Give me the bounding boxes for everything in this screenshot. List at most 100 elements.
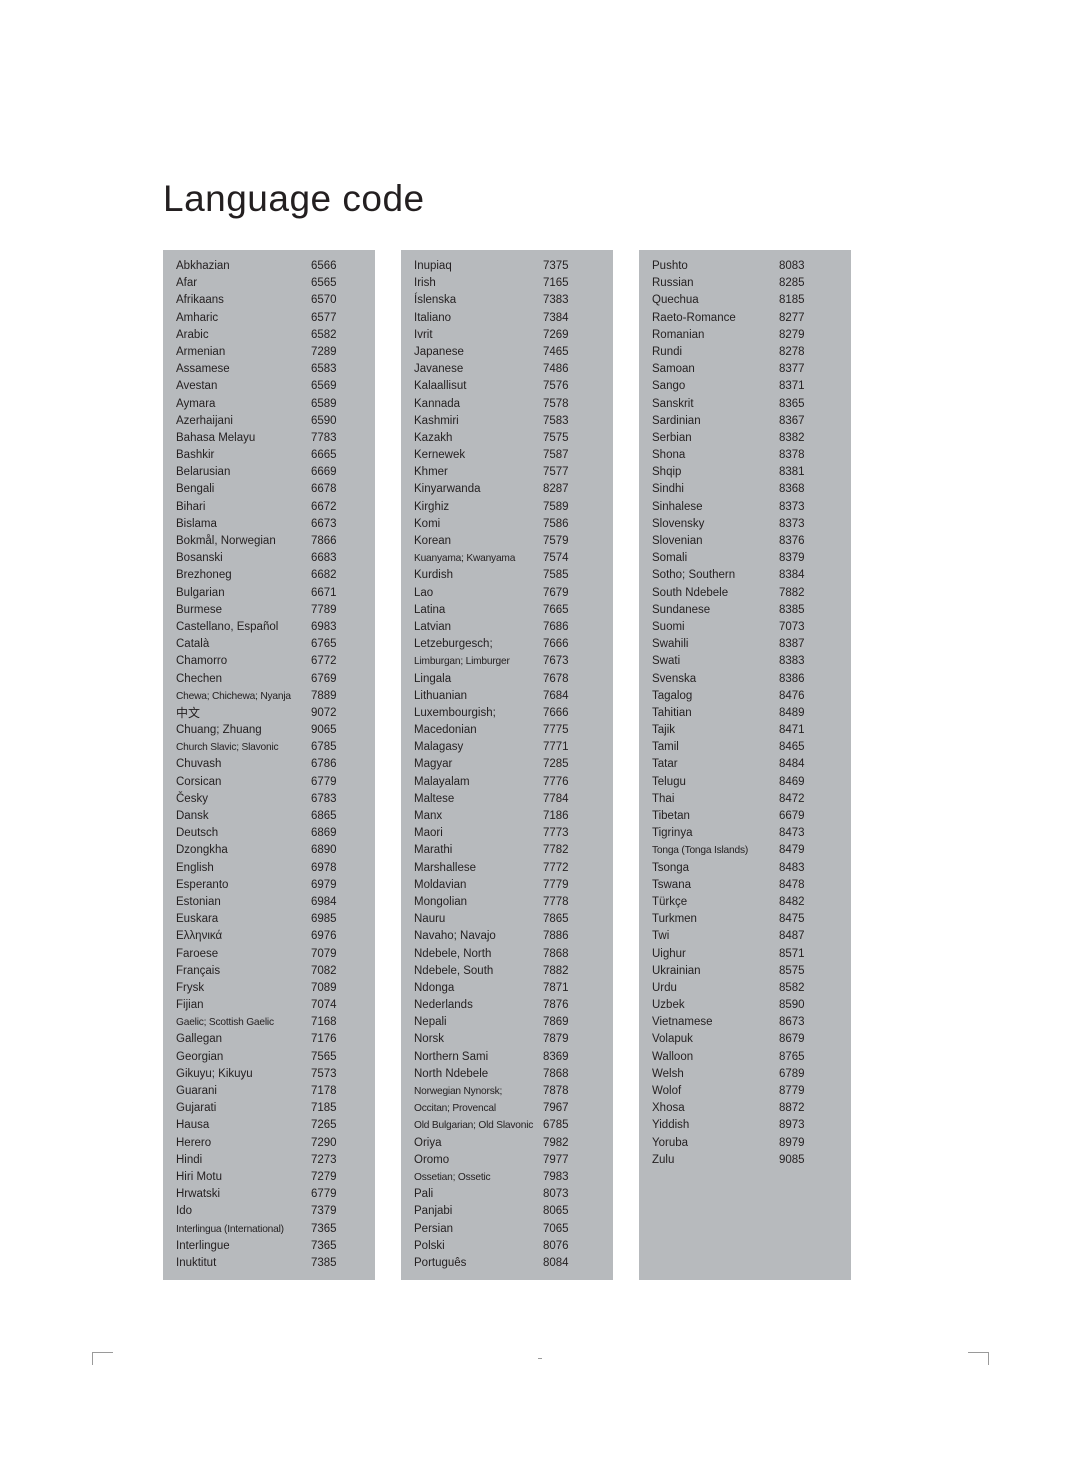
language-name: Khmer [414, 466, 448, 479]
table-row: Khmer 7577 [401, 464, 613, 481]
language-code-value: 7486 [543, 363, 569, 376]
language-name: Tigrinya [652, 827, 693, 840]
language-code-value: 6673 [311, 517, 337, 530]
language-code-value: 7778 [543, 895, 569, 908]
language-code-value: 7771 [543, 741, 569, 754]
table-row: Komi 7586 [401, 516, 613, 533]
table-row: Luxembourgish; 7666 [401, 705, 613, 722]
language-code-value: 8469 [779, 775, 805, 788]
table-row: Ndebele, South 7882 [401, 963, 613, 980]
language-code-value: 8979 [779, 1136, 805, 1149]
table-row: Gikuyu; Kikuyu 7573 [163, 1066, 375, 1083]
language-name: Bulgarian [176, 586, 225, 599]
language-code-column-1: Abkhazian 6566 Afar 6565 Afrikaans 6570 Amhari… [163, 250, 375, 1281]
language-name: Tamil [652, 741, 679, 754]
language-name: South Ndebele [652, 586, 729, 599]
language-code-value: 7465 [543, 345, 569, 358]
language-name: Gikuyu; Kikuyu [176, 1067, 253, 1080]
language-name: Abkhazian [176, 260, 230, 272]
language-code-value: 8575 [779, 964, 805, 977]
language-code-value: 7290 [311, 1136, 337, 1149]
table-row: Magyar 7285 [401, 756, 613, 773]
language-code-value: 8765 [779, 1050, 805, 1063]
language-code-value: 7178 [311, 1085, 337, 1097]
table-row: Kinyarwanda 8287 [401, 481, 613, 498]
language-name: Korean [414, 535, 452, 547]
language-code-value: 7882 [543, 964, 569, 977]
language-name: Norsk [414, 1033, 445, 1046]
language-name: Volapuk [652, 1033, 693, 1046]
language-name: Bokmål, Norwegian [176, 535, 276, 547]
table-row: Euskara 6985 [163, 911, 375, 928]
language-code-value: 8386 [779, 672, 805, 685]
table-row: Vietnamese 8673 [639, 1014, 851, 1031]
language-code-value: 7587 [543, 449, 569, 462]
language-name: Ndebele, South [414, 964, 494, 977]
table-row: Old Bulgarian; Old Slavonic 6785 [401, 1117, 613, 1134]
table-row: Georgian 7565 [163, 1049, 375, 1066]
table-row: Uighur 8571 [639, 946, 851, 963]
language-name: Bislama [176, 517, 217, 530]
language-code-value: 6869 [311, 827, 337, 840]
table-row: Interlingue 7365 [163, 1238, 375, 1255]
table-row: Rundi 8278 [639, 344, 851, 361]
language-name: Armenian [176, 345, 226, 358]
table-row: Afar 6565 [163, 275, 375, 292]
language-code-value: 6669 [311, 466, 337, 479]
language-code-value: 9065 [311, 724, 337, 737]
table-row: Kuanyama; Kwanyama 7574 [401, 550, 613, 567]
language-code-value: 7574 [543, 552, 569, 565]
language-name: Afar [176, 277, 198, 290]
language-name: Nepali [414, 1016, 447, 1029]
language-code-value: 6565 [311, 277, 337, 290]
language-code-value: 7365 [311, 1239, 337, 1252]
table-row: Hiri Motu 7279 [163, 1169, 375, 1186]
table-row: Bihari 6672 [163, 499, 375, 516]
language-code-value: 8473 [779, 827, 805, 840]
language-code-value: 8487 [779, 930, 805, 943]
table-row: Moldavian 7779 [401, 877, 613, 894]
table-row: Manx 7186 [401, 808, 613, 825]
table-row: Brezhoneg 6682 [163, 567, 375, 584]
table-row: Korean 7579 [401, 533, 613, 550]
table-row: Bashkir 6665 [163, 447, 375, 464]
crop-mark-right [968, 1352, 989, 1365]
language-name: Japanese [414, 345, 464, 358]
language-name: Afrikaans [176, 294, 224, 307]
language-code-value: 6772 [311, 655, 337, 668]
table-row: Lao 7679 [401, 585, 613, 602]
language-code-value: 8285 [779, 277, 805, 290]
language-name: Quechua [652, 294, 699, 307]
language-code-value: 6583 [311, 363, 337, 376]
table-row: Tatar 8484 [639, 756, 851, 773]
language-code-value: 6786 [311, 758, 337, 771]
document-page: Language code Abkhazian 6566 Afar 6565 Afrik… [0, 0, 1080, 1460]
language-code-value: 8779 [779, 1085, 805, 1097]
language-code-value: 7185 [311, 1102, 337, 1115]
table-row: Sotho; Southern 8384 [639, 567, 851, 584]
language-name: Türkçe [652, 895, 688, 908]
language-name: Kernewek [414, 449, 466, 462]
table-row: Wolof 8779 [639, 1083, 851, 1100]
language-name: Česky [176, 792, 208, 805]
table-row: Bulgarian 6671 [163, 585, 375, 602]
language-code-value: 7365 [311, 1222, 337, 1235]
language-code-value: 6671 [311, 586, 337, 599]
table-row: Telugu 8469 [639, 774, 851, 791]
language-code-value: 8287 [543, 483, 569, 496]
table-row: South Ndebele 7882 [639, 585, 851, 602]
language-code-value: 8484 [779, 758, 805, 771]
table-row: Chechen 6769 [163, 671, 375, 688]
table-row: Swahili 8387 [639, 636, 851, 653]
table-row: Nederlands 7876 [401, 997, 613, 1014]
table-row: Church Slavic; Slavonic 6785 [163, 739, 375, 756]
language-name: Hrwatski [176, 1188, 221, 1201]
table-row: Inuktitut 7385 [163, 1255, 375, 1272]
table-row: Esperanto 6979 [163, 877, 375, 894]
language-name: Sanskrit [652, 397, 694, 410]
table-row: Česky 6783 [163, 791, 375, 808]
table-row: Swati 8383 [639, 653, 851, 670]
language-name: Kurdish [414, 569, 453, 582]
language-code-value: 9072 [311, 706, 337, 719]
language-code-value: 7868 [543, 947, 569, 960]
